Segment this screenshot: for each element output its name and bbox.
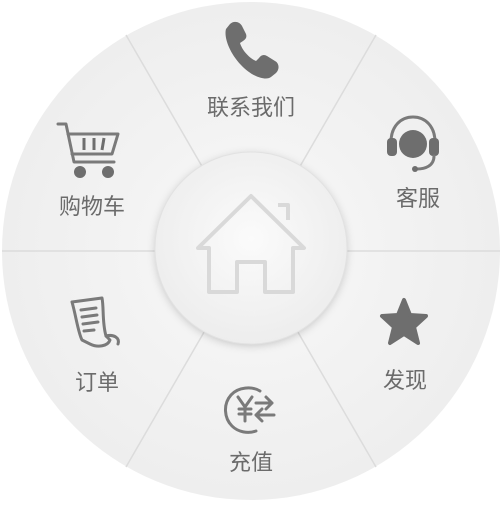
menu-item-label: 充值 xyxy=(229,451,273,476)
menu-item-label: 购物车 xyxy=(59,195,125,220)
menu-item-label: 订单 xyxy=(75,371,119,396)
radial-menu: 联系我们 客服 发现 充值 订单 购物车 xyxy=(0,0,502,502)
radial-menu-svg: 联系我们 客服 发现 充值 订单 购物车 xyxy=(2,2,500,500)
menu-item-label: 发现 xyxy=(383,369,427,394)
menu-item-label: 客服 xyxy=(396,187,440,212)
home-button[interactable] xyxy=(154,151,348,345)
menu-item-label: 联系我们 xyxy=(207,96,295,121)
home-button-bg xyxy=(155,152,347,344)
